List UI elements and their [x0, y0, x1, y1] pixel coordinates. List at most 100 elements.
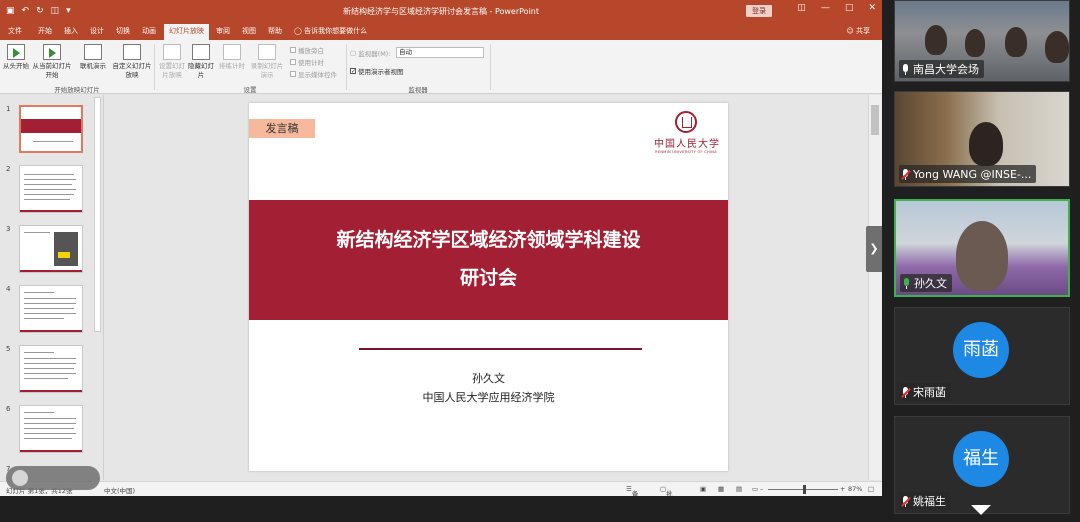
participant-tile[interactable]: 福生 姚福生 [894, 416, 1070, 514]
close-icon[interactable]: ✕ [868, 3, 876, 13]
participant-label: 姚福生 [899, 492, 951, 510]
vertical-scrollbar[interactable] [868, 95, 881, 480]
participant-tile-active-speaker[interactable]: 孙久文 [894, 199, 1070, 297]
tab-home[interactable]: 开始 [38, 26, 52, 36]
participant-label: 宋雨菡 [899, 383, 951, 401]
microphone-muted-icon [901, 168, 911, 180]
slide-thumbnail[interactable] [19, 405, 83, 453]
slideshow-view-icon[interactable]: ▭ [752, 485, 758, 493]
zoom-in-icon[interactable]: + [840, 485, 845, 493]
hide-slide-button[interactable]: 隐藏幻灯片 [188, 44, 214, 80]
monitor-label: ▢ 监视器(M): [350, 49, 391, 58]
status-bar: 幻灯片 第1张，共12张 中文(中国) ☰ 备注 ▢ 批注 ▣ ▦ ▤ ▭ – … [0, 481, 882, 496]
maximize-icon[interactable]: □ [845, 3, 854, 13]
ribbon-tabs: 文件 开始 插入 设计 切换 动画 幻灯片放映 审阅 视图 帮助 ◯ 告诉我你想… [0, 22, 882, 40]
avatar: 福生 [953, 431, 1009, 487]
from-beginning-button[interactable]: 从头开始 [2, 44, 30, 71]
logo-text-en: RENMIN UNIVERSITY OF CHINA [655, 150, 717, 154]
rehearse-timings-button[interactable]: 排练计时 [218, 44, 246, 71]
tab-file[interactable]: 文件 [8, 26, 22, 36]
university-seal-icon [675, 111, 697, 133]
title-banner: 新结构经济学区域经济领域学科建设 研讨会 [249, 200, 728, 320]
custom-show-button[interactable]: 自定义幻灯片放映 [112, 44, 152, 80]
group-separator [154, 44, 155, 90]
tab-help[interactable]: 帮助 [268, 26, 282, 36]
tab-insert[interactable]: 插入 [64, 26, 78, 36]
participant-tile[interactable]: Yong WANG @INSE-... [894, 91, 1070, 187]
stopwatch-icon [223, 44, 241, 60]
share-label: 共享 [856, 27, 870, 35]
lightbulb-icon: ◯ [294, 27, 302, 35]
microphone-speaking-icon [903, 277, 910, 289]
slide-badge: 发言稿 [249, 119, 315, 138]
hide-slide-icon [192, 44, 210, 60]
login-button[interactable]: 登录 [746, 5, 772, 17]
reading-view-icon[interactable]: ▤ [736, 485, 742, 493]
participant-tile[interactable]: 南昌大学会场 [894, 0, 1070, 82]
tab-review[interactable]: 审阅 [216, 26, 230, 36]
use-timings-checkbox[interactable]: 使用计时 [290, 57, 324, 67]
scroll-down-icon[interactable] [971, 505, 991, 515]
slide-sorter-icon[interactable]: ▦ [718, 485, 724, 493]
custom-show-icon [123, 44, 141, 60]
ribbon: 从头开始 从当前幻灯片开始 联机演示 自定义幻灯片放映 开始放映幻灯片 设置幻灯… [0, 40, 882, 94]
play-narrations-checkbox[interactable]: 播放旁白 [290, 45, 324, 55]
monitor-icon: ▢ [350, 49, 357, 57]
person-icon: ☺ [846, 27, 854, 35]
emoji-icon[interactable] [12, 470, 28, 486]
setup-show-button[interactable]: 设置幻灯片放映 [158, 44, 186, 80]
fit-to-window-icon[interactable]: □ [868, 485, 874, 493]
group-separator [490, 44, 491, 90]
tab-design[interactable]: 设计 [90, 26, 104, 36]
slide-thumbnail[interactable] [19, 105, 83, 153]
tab-slideshow[interactable]: 幻灯片放映 [164, 24, 209, 40]
tell-me-label: 告诉我你想要做什么 [304, 27, 368, 35]
floating-toolbar[interactable] [6, 466, 100, 490]
university-logo: 中国人民大学 RENMIN UNIVERSITY OF CHINA [654, 111, 719, 154]
ribbon-display-options-icon[interactable]: ◫ [797, 3, 806, 13]
setup-show-icon [163, 44, 181, 60]
chevron-right-icon[interactable]: ❯ [866, 226, 882, 272]
participant-label: 孙久文 [900, 274, 952, 292]
record-slideshow-button[interactable]: 录制幻灯片演示 [250, 44, 284, 80]
tab-animations[interactable]: 动画 [142, 26, 156, 36]
window-controls: ◫ — □ ✕ [797, 3, 876, 13]
zoom-slider-handle[interactable] [803, 485, 806, 494]
slide-thumbnail[interactable] [19, 165, 83, 213]
slide-thumbnail[interactable] [19, 225, 83, 273]
monitor-select[interactable]: 自动 [396, 47, 484, 58]
thumb-number: 6 [6, 405, 11, 413]
tab-view[interactable]: 视图 [242, 26, 256, 36]
current-slide[interactable]: 发言稿 中国人民大学 RENMIN UNIVERSITY OF CHINA 新结… [249, 103, 728, 471]
participant-tile[interactable]: 雨菡 宋雨菡 [894, 307, 1070, 405]
zoom-out-icon[interactable]: – [760, 485, 763, 493]
thumbnails-scrollbar[interactable] [94, 97, 101, 332]
group-label-monitors: 监视器 [408, 86, 428, 94]
notes-button[interactable]: ☰ 备注 [626, 485, 638, 496]
slide-title-line2: 研讨会 [459, 267, 517, 289]
tell-me-search[interactable]: ◯ 告诉我你想要做什么 [294, 26, 367, 36]
tab-transitions[interactable]: 切换 [116, 26, 130, 36]
avatar: 雨菡 [953, 322, 1009, 378]
show-media-controls-checkbox[interactable]: 显示媒体控件 [290, 69, 337, 79]
minimize-icon[interactable]: — [821, 3, 830, 13]
thumb-number: 4 [6, 285, 11, 293]
online-present-icon [84, 44, 102, 60]
normal-view-icon[interactable]: ▣ [700, 485, 706, 493]
slide-thumbnail[interactable] [19, 285, 83, 333]
online-present-button[interactable]: 联机演示 [76, 44, 110, 71]
group-separator [346, 44, 347, 90]
zoom-level[interactable]: 87% [848, 485, 862, 493]
group-label-start: 开始放映幻灯片 [54, 86, 100, 94]
from-current-button[interactable]: 从当前幻灯片开始 [32, 44, 72, 80]
comments-button[interactable]: ▢ 批注 [660, 485, 673, 496]
powerpoint-window: ▣ ↶ ↻ ◫ ▾ 新结构经济学与区域经济学研讨会发言稿 - PowerPoin… [0, 0, 882, 496]
speaker-name: 孙久文 [472, 372, 505, 385]
presenter-view-checkbox[interactable]: ✓ 使用演示者视图 [350, 66, 404, 76]
language-indicator[interactable]: 中文(中国) [104, 485, 135, 495]
slide-title-line1: 新结构经济学区域经济领域学科建设 [336, 229, 641, 251]
microphone-icon [902, 63, 909, 75]
share-button[interactable]: ☺ 共享 [846, 26, 870, 36]
thumb-number: 2 [6, 165, 11, 173]
slide-thumbnail[interactable] [19, 345, 83, 393]
